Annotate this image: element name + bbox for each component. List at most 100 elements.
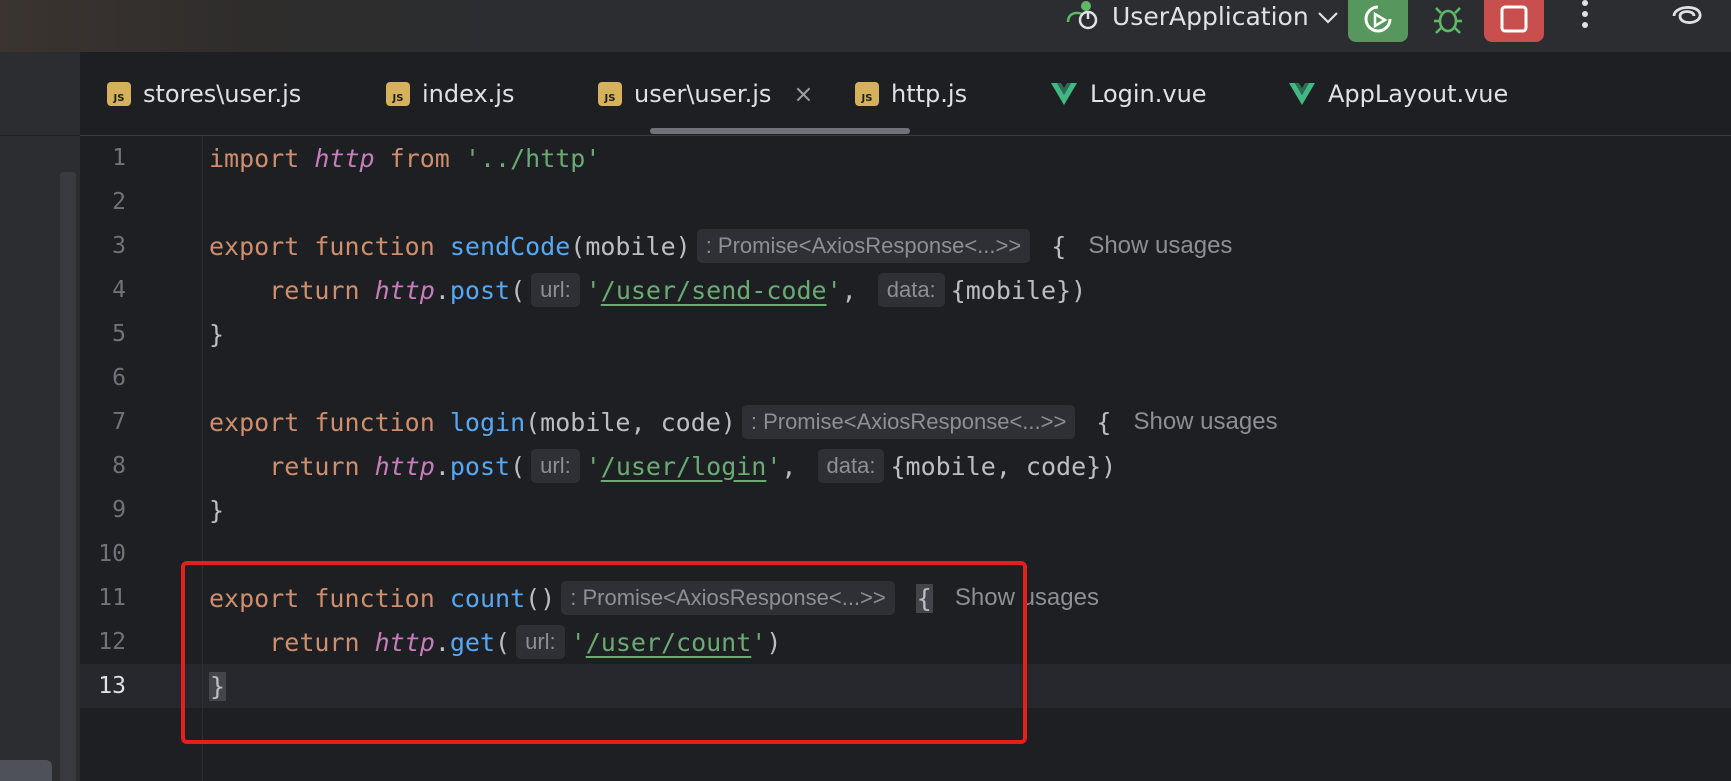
line-number: 6: [112, 365, 126, 391]
tab-http-js[interactable]: JS http.js: [855, 52, 967, 136]
tab-login-vue[interactable]: Login.vue: [1050, 52, 1207, 136]
rerun-icon: [1361, 2, 1395, 40]
left-strip-header: [0, 52, 80, 136]
ai-assistant-button[interactable]: [1668, 0, 1708, 34]
tab-label: stores\user.js: [143, 80, 302, 108]
method-name: post: [449, 451, 511, 481]
tab-label: index.js: [422, 80, 515, 108]
url-string[interactable]: /user/count: [586, 628, 752, 657]
tab-stores-user-js[interactable]: JS stores\user.js: [107, 52, 301, 136]
param-hint: data:: [817, 449, 885, 483]
param-hint: url:: [516, 625, 565, 659]
close-icon[interactable]: ×: [793, 80, 813, 108]
type-hint: : Promise<AxiosResponse<...>>: [561, 581, 895, 615]
keyword: return: [269, 451, 360, 481]
code-line: 6: [80, 356, 1731, 400]
param-hint: url:: [531, 273, 580, 307]
rerun-button[interactable]: [1348, 0, 1408, 42]
keyword: function: [314, 583, 435, 613]
show-usages-link[interactable]: Show usages: [1088, 232, 1232, 260]
run-configuration-selector[interactable]: UserApplication: [1062, 0, 1339, 32]
matched-brace: }: [209, 671, 227, 701]
line-number: 5: [112, 321, 126, 347]
run-config-icon: [1062, 0, 1104, 32]
run-config-label: UserApplication: [1112, 1, 1309, 31]
code-line: 3 export function sendCode (mobile): Prom…: [80, 224, 1731, 268]
code-line: 4 return http. post(url: '/user/send-code '…: [80, 268, 1731, 312]
line-number: 12: [98, 629, 126, 655]
more-actions-button[interactable]: [1570, 0, 1600, 32]
function-name: sendCode: [449, 231, 571, 261]
identifier: http: [374, 275, 435, 305]
line-number: 11: [98, 585, 126, 611]
ide-window: UserApplication JS stores\user.js JS ind…: [0, 0, 1731, 781]
show-usages-link[interactable]: Show usages: [1133, 408, 1277, 436]
line-code: return http. get(url: '/user/count '): [209, 625, 781, 659]
debug-button[interactable]: [1418, 0, 1478, 42]
stop-icon: [1499, 4, 1529, 38]
chevron-down-icon: [1317, 2, 1339, 31]
line-code: return http. post(url: '/user/login ', data…: [209, 449, 1116, 483]
code-line: 8 return http. post(url: '/user/login ', da…: [80, 444, 1731, 488]
code-line: 2: [80, 180, 1731, 224]
keyword: function: [314, 407, 435, 437]
keyword: export: [209, 583, 300, 613]
show-usages-link[interactable]: Show usages: [955, 584, 1099, 612]
line-number: 13: [98, 673, 126, 699]
tab-label: user\user.js: [634, 80, 772, 108]
code-line: 10: [80, 532, 1731, 576]
vertical-scrollbar[interactable]: [60, 172, 76, 781]
param-hint: data:: [877, 273, 945, 307]
more-icon: [1581, 0, 1589, 33]
code-line: 7 export function login (mobile, code): P…: [80, 400, 1731, 444]
code-line: 1 import http from '../http': [80, 136, 1731, 180]
line-number: 3: [112, 233, 126, 259]
line-code: return http. post(url: '/user/send-code ', …: [209, 273, 1086, 307]
code-line-current: 13 }: [80, 664, 1731, 708]
tab-index-js[interactable]: JS index.js: [386, 52, 514, 136]
line-code: export function sendCode (mobile): Promis…: [209, 229, 1232, 263]
editor-tab-bar: JS stores\user.js JS index.js JS user\us…: [80, 52, 1731, 136]
js-file-icon: JS: [386, 82, 410, 106]
params: (): [525, 583, 556, 613]
function-name: login: [449, 407, 526, 437]
debug-icon: [1431, 2, 1465, 40]
brace: {: [1096, 407, 1112, 437]
left-tool-strip: [0, 52, 80, 781]
keyword: export: [209, 407, 300, 437]
tab-label: Login.vue: [1090, 80, 1207, 108]
code-line: 12 return http. get(url: '/user/count '): [80, 620, 1731, 664]
url-string[interactable]: /user/login: [601, 452, 767, 481]
vue-file-icon: [1050, 82, 1078, 106]
line-code: export function count(): Promise<AxiosRe…: [209, 581, 1099, 615]
line-code: import http from '../http': [209, 144, 600, 173]
ai-assistant-icon: [1670, 0, 1706, 34]
line-number: 10: [98, 541, 126, 567]
line-number: 8: [112, 453, 126, 479]
matched-brace: {: [915, 583, 933, 613]
keyword: return: [269, 627, 360, 657]
line-number: 9: [112, 497, 126, 523]
code-editor[interactable]: 1 import http from '../http' 2 3 export …: [80, 136, 1731, 781]
tab-applayout-vue[interactable]: AppLayout.vue: [1288, 52, 1508, 136]
active-tab-indicator: [650, 128, 910, 134]
tab-user-user-js[interactable]: JS user\user.js ×: [598, 52, 814, 136]
title-bar: UserApplication: [0, 0, 1731, 52]
type-hint: : Promise<AxiosResponse<...>>: [741, 405, 1076, 439]
brace: {: [1051, 231, 1067, 261]
keyword: import: [209, 143, 300, 173]
code-line: 9 }: [80, 488, 1731, 532]
line-number: 2: [112, 189, 126, 215]
scrollbar-thumb[interactable]: [0, 760, 52, 781]
tab-label: http.js: [891, 80, 968, 108]
function-name: count: [449, 583, 526, 613]
stop-button[interactable]: [1484, 0, 1544, 42]
js-file-icon: JS: [598, 82, 622, 106]
param-hint: url:: [531, 449, 580, 483]
keyword: export: [209, 231, 300, 261]
method-name: get: [449, 627, 496, 657]
line-code: }: [209, 319, 225, 349]
line-code: export function login (mobile, code): Pro…: [209, 405, 1278, 439]
js-file-icon: JS: [855, 82, 879, 106]
url-string[interactable]: /user/send-code: [601, 276, 827, 305]
